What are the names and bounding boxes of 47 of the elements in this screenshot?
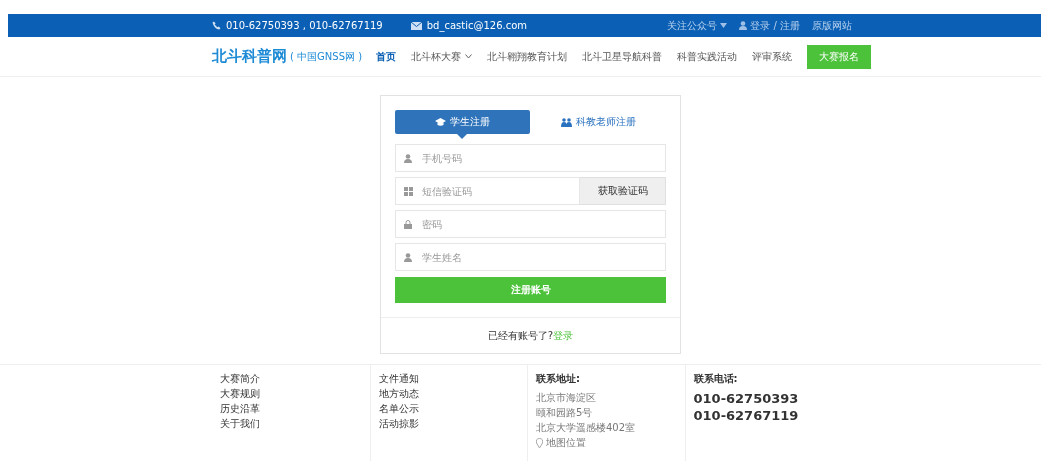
nav-item[interactable]: 北斗杯大赛 [411, 49, 473, 64]
phone-icon [212, 21, 221, 30]
nav-item[interactable]: 评审系统 [752, 49, 793, 64]
input-field[interactable]: 短信验证码 [395, 177, 580, 205]
login-link[interactable]: 登录 / 注册 [739, 18, 800, 33]
footer-link[interactable]: 名单公示 [378, 403, 519, 415]
get-code-button[interactable]: 获取验证码 [580, 177, 666, 205]
user-icon [739, 21, 748, 30]
tab[interactable]: 科教老师注册 [531, 110, 666, 134]
address-line: 颐和园路5号 [536, 407, 594, 419]
footer-link[interactable]: 历史沿革 [220, 403, 362, 415]
graduation-cap-icon [434, 118, 446, 126]
nav-item[interactable]: 首页 [376, 49, 397, 64]
footer-link[interactable]: 文件通知 [378, 373, 519, 385]
phone-info: 010-62750393 , 010-62767119 [212, 20, 383, 31]
address-line: 北京大学遥感楼402室 [536, 422, 637, 434]
pin-icon [536, 438, 543, 448]
phone-number: 010-62750393 [693, 392, 800, 406]
input-field[interactable]: 密码 [395, 210, 666, 238]
user-icon [404, 154, 412, 163]
phone-number: 010-62767119 [693, 409, 800, 423]
nav-item[interactable]: 科普实践活动 [677, 49, 738, 64]
nav-item[interactable]: 北斗卫星导航科普 [582, 49, 663, 64]
map-link[interactable]: 地图位置 [536, 437, 677, 449]
footer-link[interactable]: 活动掠影 [378, 418, 519, 430]
nav-item[interactable]: 北斗翱翔教育计划 [487, 49, 568, 64]
phone-title: 联系电话: [693, 373, 739, 385]
users-icon [561, 117, 573, 127]
follow-link[interactable]: 关注公众号 [667, 18, 728, 33]
login-prompt: 已经有账号了? [487, 328, 554, 343]
logo-subtitle: ( 中国GNSS网 ) [290, 49, 363, 64]
grid-icon [404, 187, 413, 196]
footer-link[interactable]: 地方动态 [378, 388, 519, 400]
footer-link[interactable]: 关于我们 [220, 418, 362, 430]
footer-link[interactable]: 大赛规则 [220, 388, 362, 400]
site-logo[interactable]: 北斗科普网 [212, 47, 287, 66]
footer-link[interactable]: 大赛简介 [220, 373, 362, 385]
input-field[interactable]: 手机号码 [395, 144, 666, 172]
address-line: 北京市海淀区 [536, 392, 597, 404]
mail-icon [410, 21, 422, 30]
user-icon [404, 253, 412, 262]
email-info: bd_castic@126.com [410, 20, 528, 31]
input-field[interactable]: 学生姓名 [395, 243, 666, 271]
site-link[interactable]: 原版网站 [812, 18, 852, 33]
address-title: 联系地址: [536, 373, 581, 385]
lock-icon [404, 220, 412, 229]
caret-icon [720, 23, 728, 28]
